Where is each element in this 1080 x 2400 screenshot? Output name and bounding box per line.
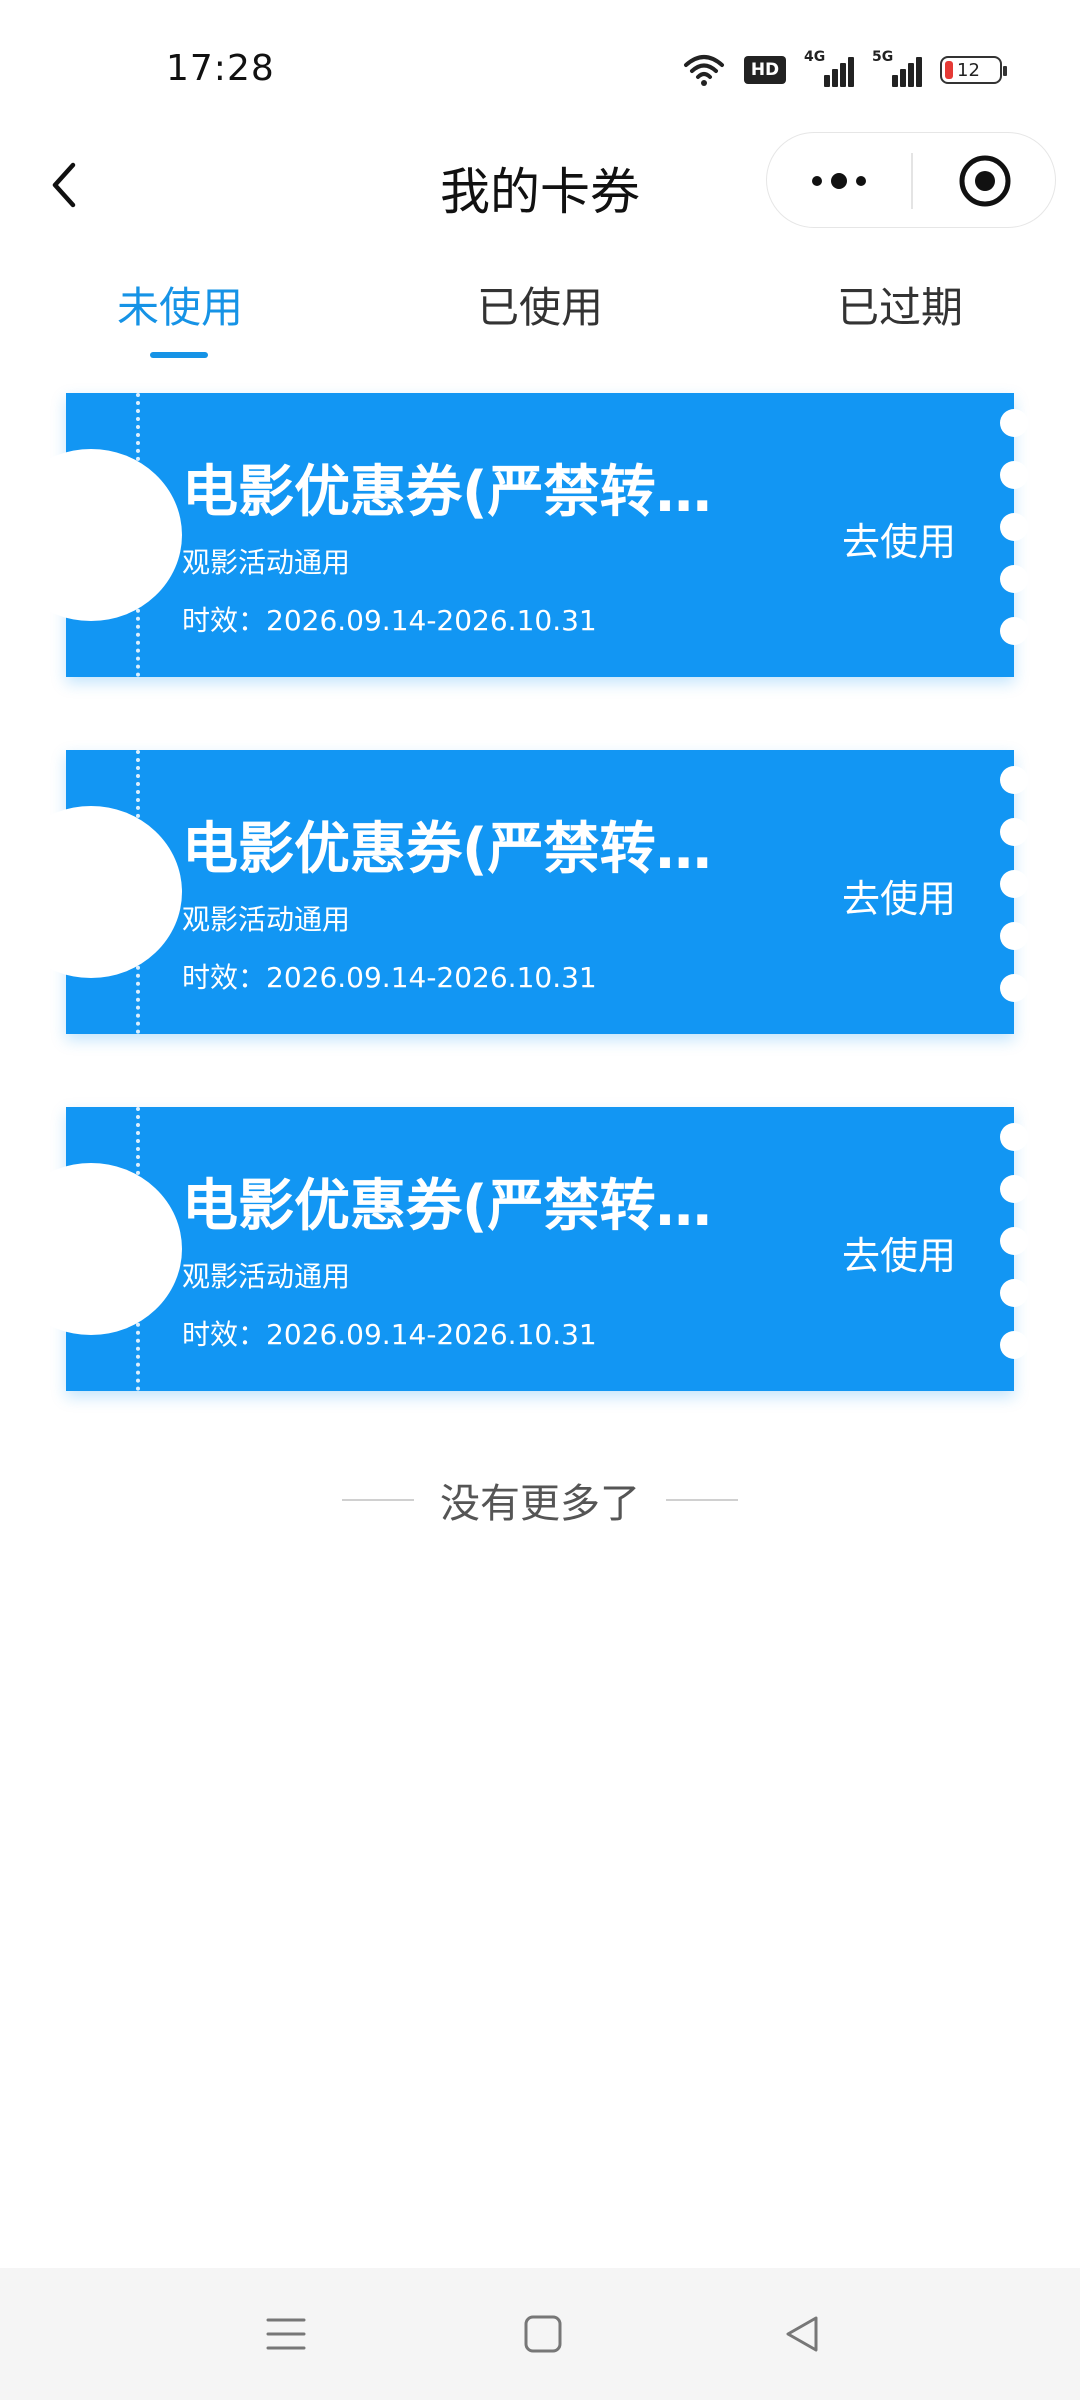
status-time: 17:28 — [166, 48, 275, 89]
list-end-indicator: 没有更多了 — [0, 1470, 1080, 1530]
menu-button[interactable] — [256, 2308, 316, 2360]
tab-expired[interactable]: 已过期 — [800, 274, 1000, 335]
home-button[interactable] — [513, 2308, 573, 2360]
system-navigation-bar — [0, 2268, 1080, 2400]
coupon-card[interactable]: 电影优惠券(严禁转卖... 观影活动通用 时效：2026.09.14-2026.… — [0, 750, 1028, 1034]
divider-line — [342, 1499, 414, 1501]
use-coupon-button[interactable]: 去使用 — [842, 511, 956, 566]
coupon-title: 电影优惠券(严禁转卖... — [182, 817, 762, 882]
more-button[interactable] — [767, 133, 911, 229]
coupon-notch — [0, 449, 182, 621]
tab-bar: 未使用 已使用 已过期 — [0, 262, 1080, 362]
tab-unused[interactable]: 未使用 — [80, 274, 280, 335]
no-more-text: 没有更多了 — [440, 1481, 640, 1527]
coupon-edge-bumps — [1000, 409, 1028, 659]
use-coupon-button[interactable]: 去使用 — [842, 868, 956, 923]
back-triangle-icon — [786, 2316, 818, 2352]
coupon-perforation — [136, 750, 140, 1034]
signal-4g-icon: 4G — [804, 49, 854, 87]
mini-program-capsule — [766, 132, 1056, 228]
active-tab-indicator — [150, 352, 208, 358]
divider-line — [666, 1499, 738, 1501]
coupon-notch — [0, 806, 182, 978]
tab-used[interactable]: 已使用 — [440, 274, 640, 335]
coupon-title: 电影优惠券(严禁转卖... — [182, 460, 762, 525]
hd-icon: HD — [744, 56, 786, 84]
status-bar: 17:28 HD 4G 5G 12 — [0, 0, 1080, 130]
coupon-card[interactable]: 电影优惠券(严禁转卖... 观影活动通用 时效：2026.09.14-2026.… — [0, 1107, 1028, 1391]
coupon-notch — [0, 1163, 182, 1335]
coupon-subtitle: 观影活动通用 — [182, 903, 351, 936]
status-icons: HD 4G 5G 12 — [682, 49, 1007, 90]
coupon-subtitle: 观影活动通用 — [182, 546, 351, 579]
target-circle-icon — [959, 155, 1011, 207]
coupon-perforation — [136, 393, 140, 677]
coupon-perforation — [136, 1107, 140, 1391]
use-coupon-button[interactable]: 去使用 — [842, 1225, 956, 1280]
screen: 17:28 HD 4G 5G 12 我的卡券 未使用 已使用 已过期 电影优惠券… — [0, 0, 1080, 2400]
wifi-icon — [682, 53, 726, 87]
signal-5g-icon: 5G — [872, 49, 922, 87]
coupon-title: 电影优惠券(严禁转卖... — [182, 1174, 762, 1239]
home-square-icon — [524, 2315, 562, 2353]
coupon-validity: 时效：2026.09.14-2026.10.31 — [182, 961, 597, 994]
close-button[interactable] — [913, 133, 1057, 229]
coupon-validity: 时效：2026.09.14-2026.10.31 — [182, 604, 597, 637]
more-dots-icon — [812, 173, 866, 189]
nav-bar: 我的卡券 — [0, 130, 1080, 240]
back-nav-button[interactable] — [772, 2308, 832, 2360]
coupon-card[interactable]: 电影优惠券(严禁转卖... 观影活动通用 时效：2026.09.14-2026.… — [0, 393, 1028, 677]
coupon-subtitle: 观影活动通用 — [182, 1260, 351, 1293]
coupon-validity: 时效：2026.09.14-2026.10.31 — [182, 1318, 597, 1351]
battery-icon: 12 — [940, 56, 1007, 84]
coupon-edge-bumps — [1000, 766, 1028, 1016]
coupon-edge-bumps — [1000, 1123, 1028, 1373]
battery-level: 12 — [957, 59, 980, 81]
menu-icon — [266, 2318, 306, 2350]
